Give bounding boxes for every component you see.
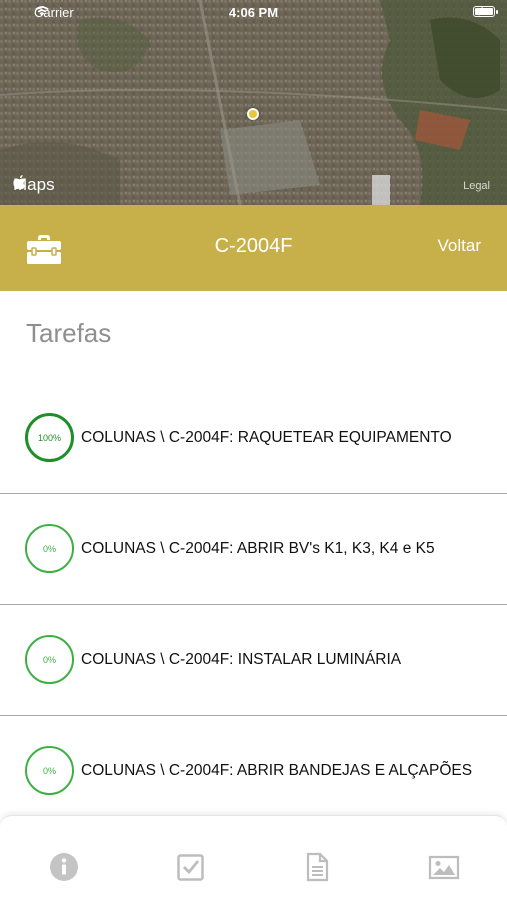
- progress-circle: 0%: [25, 746, 74, 795]
- maps-attribution: Maps: [13, 175, 55, 195]
- task-row[interactable]: 100% COLUNAS \ C-2004F: RAQUETEAR EQUIPA…: [0, 383, 507, 494]
- task-row[interactable]: 0% COLUNAS \ C-2004F: ABRIR BV's K1, K3,…: [0, 494, 507, 605]
- task-label: COLUNAS \ C-2004F: ABRIR BANDEJAS E ALÇA…: [81, 762, 473, 779]
- task-label: COLUNAS \ C-2004F: INSTALAR LUMINÁRIA: [81, 651, 402, 668]
- tab-bar: [0, 815, 507, 900]
- checkbox-icon[interactable]: [176, 852, 206, 882]
- status-right: [473, 6, 498, 17]
- apple-logo-icon: [13, 175, 26, 190]
- clock: 4:06 PM: [228, 5, 279, 20]
- task-list: 100% COLUNAS \ C-2004F: RAQUETEAR EQUIPA…: [0, 383, 507, 827]
- navigation-header: C-2004F Voltar: [0, 205, 507, 291]
- page-title: C-2004F: [214, 235, 293, 257]
- image-icon[interactable]: [428, 852, 460, 882]
- legal-link[interactable]: Legal: [463, 180, 490, 192]
- task-row[interactable]: 0% COLUNAS \ C-2004F: ABRIR BANDEJAS E A…: [0, 716, 507, 827]
- progress-circle: 0%: [25, 524, 74, 573]
- section-title: Tarefas: [26, 318, 112, 348]
- back-button[interactable]: Voltar: [438, 236, 481, 256]
- task-label: COLUNAS \ C-2004F: RAQUETEAR EQUIPAMENTO: [81, 429, 452, 446]
- satellite-imagery: [0, 0, 507, 205]
- info-icon[interactable]: [49, 852, 79, 882]
- progress-circle: 0%: [25, 635, 74, 684]
- map-view[interactable]: Carrier 4:06 PM Maps Legal: [0, 0, 507, 205]
- location-pin-icon[interactable]: [247, 108, 259, 120]
- battery-icon: [473, 6, 498, 17]
- document-icon[interactable]: [302, 852, 332, 882]
- task-label: COLUNAS \ C-2004F: ABRIR BV's K1, K3, K4…: [81, 540, 435, 557]
- status-bar: Carrier 4:06 PM: [0, 0, 507, 26]
- progress-circle: 100%: [25, 413, 74, 462]
- task-row[interactable]: 0% COLUNAS \ C-2004F: INSTALAR LUMINÁRIA: [0, 605, 507, 716]
